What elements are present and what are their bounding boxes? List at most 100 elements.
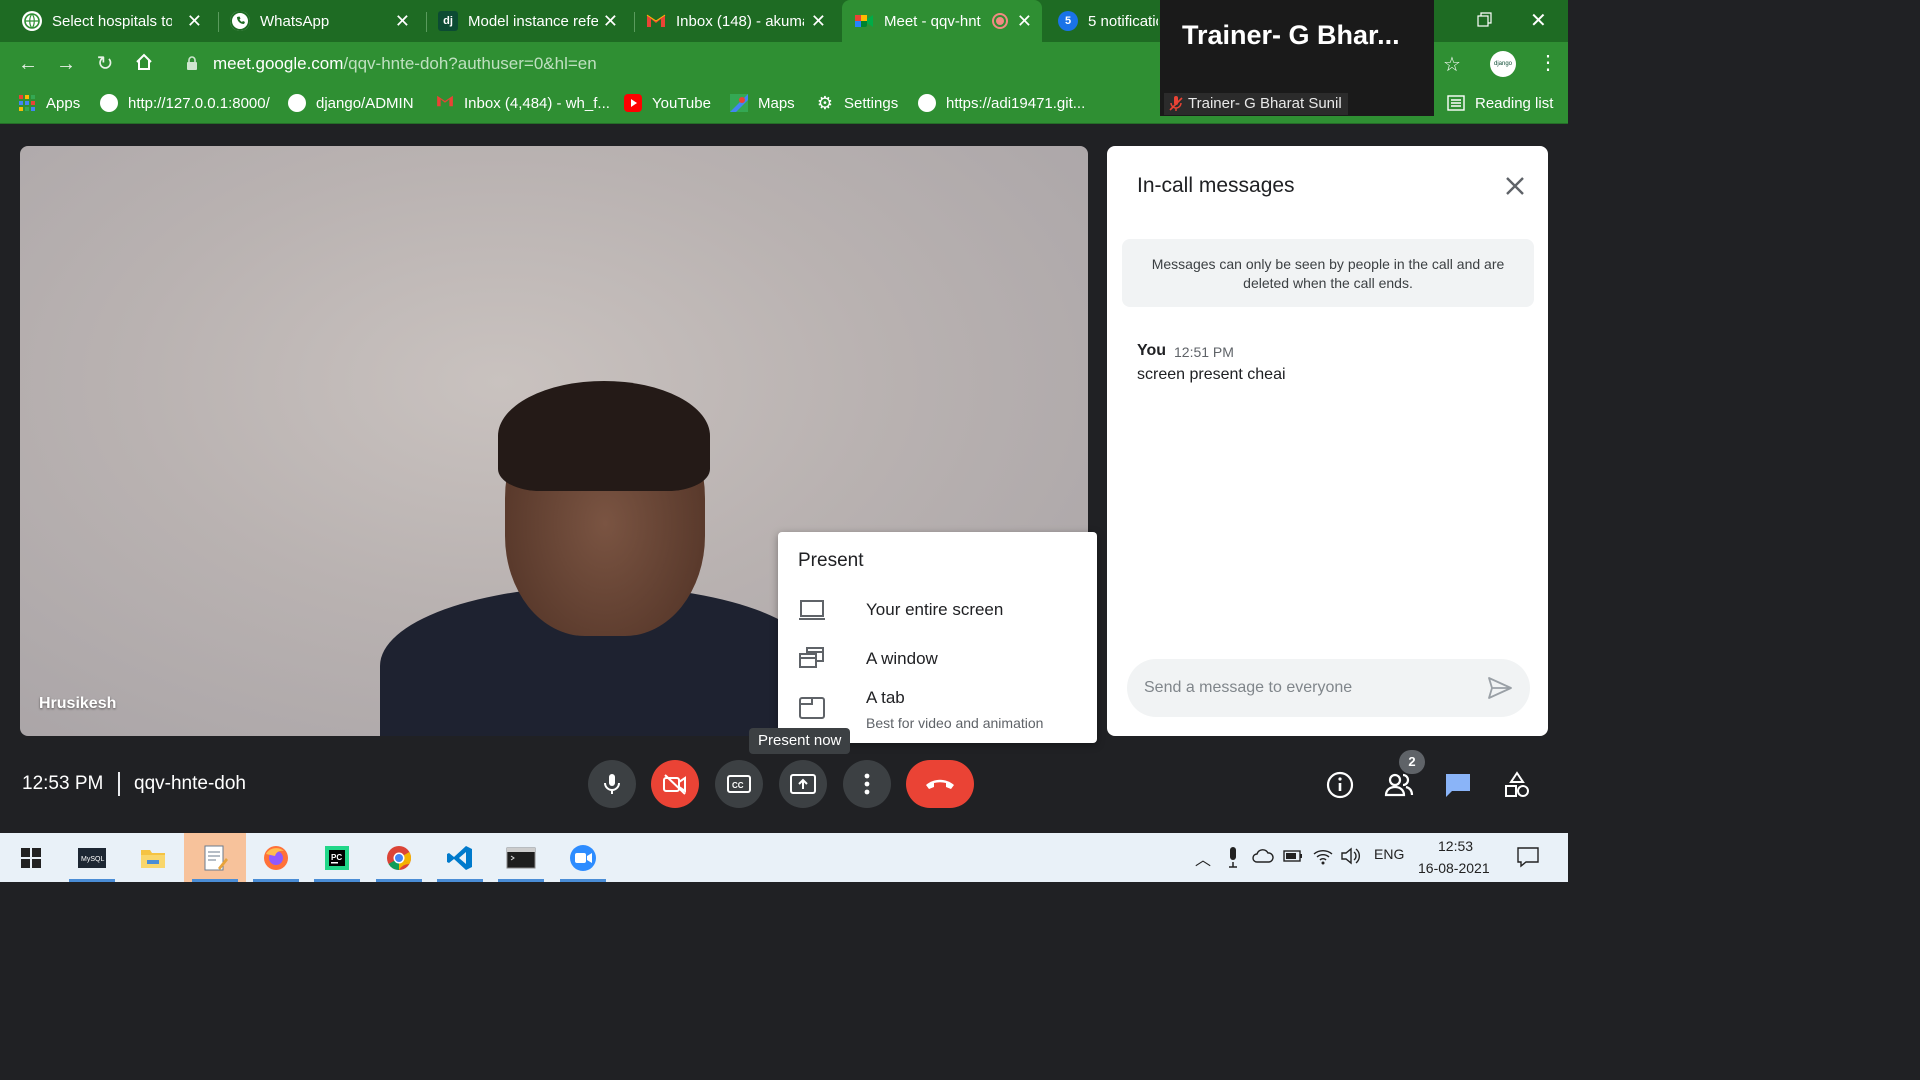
reading-list-button[interactable]: Reading list xyxy=(1447,94,1553,112)
vscode-icon xyxy=(447,845,472,870)
bookmark-apps[interactable]: Apps xyxy=(18,94,80,112)
window-icon xyxy=(799,647,824,668)
taskbar-file-explorer[interactable] xyxy=(122,833,184,882)
meet-icon xyxy=(854,11,874,31)
bookmark-django-admin[interactable]: django/ADMIN xyxy=(288,94,414,112)
participant-name-label: Hrusikesh xyxy=(39,695,117,712)
activities-button[interactable] xyxy=(1502,770,1532,800)
taskbar-terminal[interactable] xyxy=(490,833,552,882)
tab-whatsapp[interactable]: WhatsApp ✕ xyxy=(230,0,420,42)
close-icon[interactable]: ✕ xyxy=(187,11,202,32)
taskbar-chrome[interactable] xyxy=(368,833,430,882)
svg-text:CC: CC xyxy=(732,781,744,790)
chat-icon xyxy=(1446,774,1470,797)
input-language[interactable]: ENG xyxy=(1374,846,1404,862)
captions-button[interactable]: CC xyxy=(715,760,763,808)
volume-icon[interactable] xyxy=(1340,846,1362,866)
floating-speaker-window[interactable]: Trainer- G Bhar... Trainer- G Bharat Sun… xyxy=(1160,0,1434,116)
profile-avatar[interactable]: django xyxy=(1490,51,1516,77)
taskbar-clock-time[interactable]: 12:53 xyxy=(1438,838,1473,854)
reload-icon[interactable]: ↻ xyxy=(93,52,117,76)
chrome-icon xyxy=(387,845,411,870)
battery-icon[interactable] xyxy=(1282,848,1304,864)
close-icon[interactable]: ✕ xyxy=(603,11,618,32)
notification-icon: 5 xyxy=(1058,11,1078,31)
video-person-hair xyxy=(498,381,710,491)
onedrive-cloud-icon[interactable] xyxy=(1252,848,1274,864)
send-icon[interactable] xyxy=(1487,676,1513,700)
bookmark-youtube[interactable]: YouTube xyxy=(624,94,711,112)
message-sender: You xyxy=(1137,342,1167,359)
close-icon[interactable]: ✕ xyxy=(811,11,826,32)
taskbar-pycharm[interactable]: PC xyxy=(306,833,368,882)
microphone-button[interactable] xyxy=(588,760,636,808)
present-now-button[interactable] xyxy=(779,760,827,808)
back-icon[interactable]: ← xyxy=(16,52,40,76)
forward-icon[interactable]: → xyxy=(54,52,78,76)
present-screen-icon xyxy=(790,774,816,794)
taskbar-mysql[interactable]: MySQL xyxy=(61,833,123,882)
present-option-sublabel: Best for video and animation xyxy=(866,715,1044,731)
notepad-icon xyxy=(204,845,228,870)
globe-icon xyxy=(22,11,42,31)
people-count-badge: 2 xyxy=(1399,750,1425,774)
windows-start-button[interactable] xyxy=(0,833,62,882)
tab-notifications[interactable]: 5 5 notificatio xyxy=(1058,0,1158,42)
tab-title: 5 notificatio xyxy=(1088,12,1158,30)
close-icon[interactable] xyxy=(1503,174,1527,198)
bookmark-label: django/ADMIN xyxy=(316,94,414,112)
present-menu: Present Your entire screen A window A ta… xyxy=(778,532,1097,743)
taskbar-clock-date[interactable]: 16-08-2021 xyxy=(1418,860,1490,876)
show-hidden-icons-chevron-icon[interactable]: ︿ xyxy=(1195,846,1211,870)
present-a-window[interactable]: A window xyxy=(778,637,1097,681)
django-icon: dj xyxy=(438,11,458,31)
present-option-label: A window xyxy=(866,649,938,668)
tab-inbox[interactable]: Inbox (148) - akuma ✕ xyxy=(646,0,836,42)
close-window-icon[interactable]: ✕ xyxy=(1530,8,1547,33)
bookmark-inbox[interactable]: Inbox (4,484) - wh_f... xyxy=(436,94,610,112)
camera-off-button[interactable] xyxy=(651,760,699,808)
home-icon[interactable] xyxy=(132,52,156,76)
bookmark-localhost[interactable]: http://127.0.0.1:8000/ xyxy=(100,94,270,112)
bookmark-settings[interactable]: ⚙ Settings xyxy=(816,94,898,112)
gear-icon: ⚙ xyxy=(816,93,834,113)
microphone-icon[interactable] xyxy=(1226,846,1240,868)
windows-start-icon xyxy=(21,847,41,868)
globe-icon xyxy=(918,94,936,112)
close-icon[interactable]: ✕ xyxy=(1017,11,1032,32)
svg-text:MySQL: MySQL xyxy=(81,856,104,863)
menu-kebab-icon[interactable]: ⋮ xyxy=(1538,50,1558,75)
close-icon[interactable]: ✕ xyxy=(395,11,410,32)
wifi-icon[interactable] xyxy=(1312,846,1334,866)
notification-center-icon[interactable] xyxy=(1516,846,1540,868)
present-option-label: A tab xyxy=(866,688,905,707)
pip-participant-name: Trainer- G Bharat Sunil xyxy=(1188,95,1342,112)
bookmark-label: YouTube xyxy=(652,94,711,112)
taskbar-notepad[interactable] xyxy=(184,833,246,882)
whatsapp-icon xyxy=(230,11,250,31)
tab-model-instance[interactable]: dj Model instance refe ✕ xyxy=(438,0,628,42)
url-text[interactable]: meet.google.com/qqv-hnte-doh?authuser=0&… xyxy=(213,54,597,74)
taskbar-zoom[interactable] xyxy=(552,833,614,882)
message-time: 12:51 PM xyxy=(1174,344,1234,360)
leave-call-button[interactable] xyxy=(906,760,974,808)
taskbar-vscode[interactable] xyxy=(429,833,491,882)
taskbar-firefox[interactable] xyxy=(245,833,307,882)
restore-window-icon[interactable] xyxy=(1474,10,1494,30)
globe-icon xyxy=(100,94,118,112)
tab-select-hospitals[interactable]: Select hospitals to c ✕ xyxy=(22,0,212,42)
apps-grid-icon xyxy=(18,94,36,112)
bookmark-maps[interactable]: Maps xyxy=(730,94,795,112)
meeting-details-button[interactable] xyxy=(1325,770,1355,800)
tab-meet[interactable]: Meet - qqv-hnt ✕ xyxy=(842,0,1042,42)
more-options-button[interactable] xyxy=(843,760,891,808)
bookmark-github[interactable]: https://adi19471.git... xyxy=(918,94,1085,112)
present-entire-screen[interactable]: Your entire screen xyxy=(778,588,1097,632)
divider xyxy=(118,772,120,796)
message-input[interactable]: Send a message to everyone xyxy=(1127,659,1530,717)
gmail-icon xyxy=(646,11,666,31)
tab-title: Meet - qqv-hnt xyxy=(884,12,981,30)
bookmark-label: Apps xyxy=(46,94,81,112)
people-button[interactable] xyxy=(1384,770,1414,800)
chat-button[interactable] xyxy=(1443,770,1473,800)
